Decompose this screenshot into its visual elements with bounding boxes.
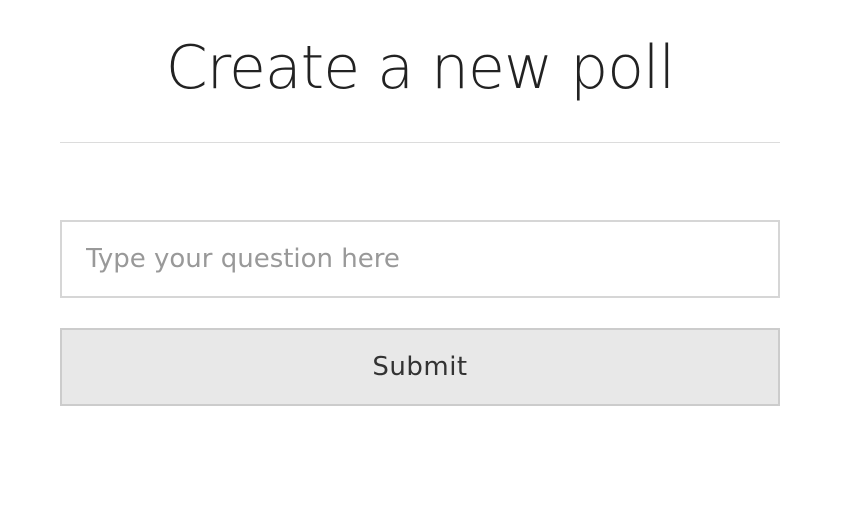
submit-button[interactable]: Submit xyxy=(60,328,780,406)
question-input[interactable] xyxy=(60,220,780,298)
title-divider xyxy=(60,142,780,143)
page-title: Create a new poll xyxy=(165,33,676,103)
poll-form: Submit xyxy=(60,220,780,406)
poll-page: Create a new poll Submit xyxy=(60,0,780,518)
